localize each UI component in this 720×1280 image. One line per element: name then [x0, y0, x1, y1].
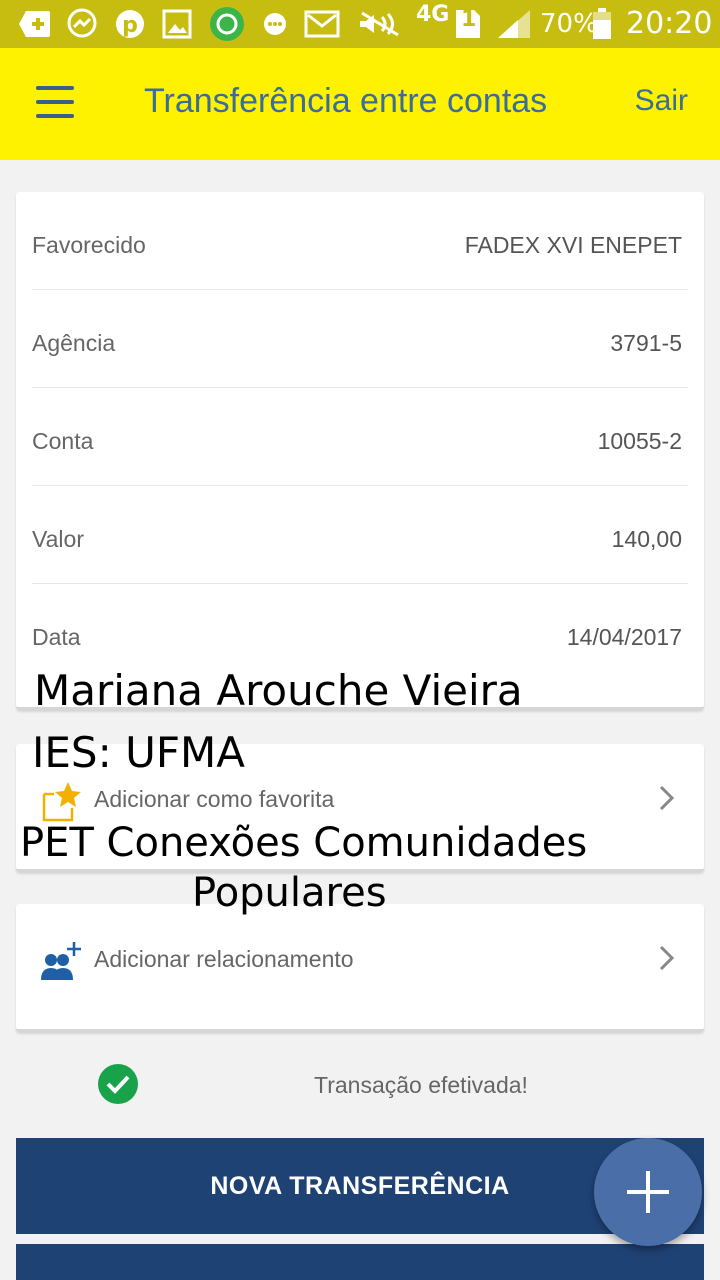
add-favorite-label: Adicionar como favorita	[94, 786, 335, 812]
add-notification-icon	[18, 8, 52, 40]
page-title: Transferência entre contas	[144, 82, 548, 120]
battery-icon	[592, 8, 612, 40]
detail-value: 10055-2	[597, 428, 682, 454]
transaction-status: Transação efetivada!	[314, 1072, 528, 1098]
overlay-program: PET Conexões Comunidades	[20, 820, 588, 866]
chevron-right-icon	[658, 782, 676, 821]
detail-label: Data	[32, 624, 81, 650]
overlay-name: Mariana Arouche Vieira	[34, 666, 523, 715]
mute-icon	[356, 8, 404, 40]
app-bar: Transferência entre contas Sair	[0, 48, 720, 160]
detail-row-favorecido: Favorecido FADEX XVI ENEPET	[32, 192, 688, 290]
messenger-icon	[66, 8, 98, 40]
app-notification-icon	[208, 7, 246, 41]
pinterest-icon: p	[114, 8, 146, 40]
favorite-star-icon	[40, 780, 84, 824]
detail-value: 14/04/2017	[566, 624, 682, 650]
status-bar: p 4G 1 70% 20:20	[0, 0, 720, 48]
detail-label: Valor	[32, 526, 84, 552]
detail-row-conta: Conta 10055-2	[32, 388, 688, 486]
battery-percentage: 70%	[540, 9, 598, 39]
chevron-right-icon	[658, 942, 676, 981]
detail-value: 3791-5	[610, 330, 682, 356]
add-user-icon	[40, 940, 84, 984]
detail-label: Favorecido	[32, 232, 146, 258]
overlay-institution: IES: UFMA	[32, 728, 245, 777]
overlay-program-cont: Populares	[192, 870, 387, 916]
detail-label: Agência	[32, 330, 116, 356]
mail-icon	[304, 8, 340, 40]
detail-value: FADEX XVI ENEPET	[464, 232, 682, 258]
chat-icon	[262, 8, 288, 40]
menu-icon[interactable]	[34, 86, 78, 120]
secondary-button[interactable]	[16, 1244, 704, 1280]
svg-text:p: p	[122, 13, 138, 38]
sim-number: 1	[461, 7, 477, 32]
network-type: 4G	[416, 2, 450, 27]
logout-button[interactable]: Sair	[635, 84, 688, 118]
add-fab-button[interactable]	[594, 1138, 702, 1246]
add-relationship-button[interactable]: Adicionar relacionamento	[16, 904, 704, 1032]
detail-row-agencia: Agência 3791-5	[32, 290, 688, 388]
detail-row-valor: Valor 140,00	[32, 486, 688, 584]
transfer-details-card: Favorecido FADEX XVI ENEPET Agência 3791…	[16, 192, 704, 710]
clock: 20:20	[626, 6, 713, 41]
add-relationship-label: Adicionar relacionamento	[94, 946, 354, 972]
gallery-icon	[162, 8, 192, 40]
success-check-icon	[98, 1064, 138, 1104]
detail-label: Conta	[32, 428, 94, 454]
detail-value: 140,00	[611, 526, 682, 552]
signal-icon	[496, 8, 532, 40]
